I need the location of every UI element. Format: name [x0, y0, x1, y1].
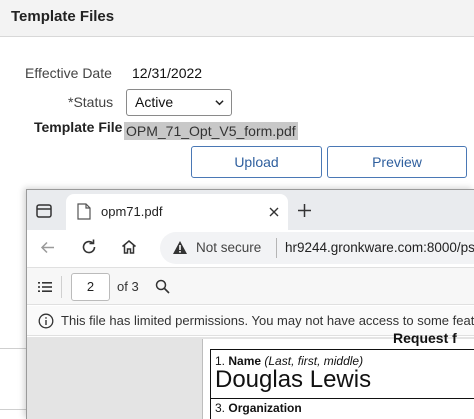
status-select-value: Active [135, 94, 174, 110]
back-arrow-icon[interactable] [39, 239, 56, 256]
pdf-form-header: Request f [393, 330, 457, 346]
upload-button[interactable]: Upload [191, 146, 322, 178]
template-file-link[interactable]: OPM_71_Opt_V5_form.pdf [124, 122, 298, 140]
pdf-organization-field-label: 3. Organization [215, 401, 302, 415]
page-number-input[interactable]: 2 [71, 273, 110, 301]
page-title: Template Files [11, 8, 115, 25]
not-secure-label[interactable]: Not secure [196, 240, 261, 255]
reload-icon[interactable] [80, 238, 98, 256]
home-icon[interactable] [120, 238, 138, 256]
status-select[interactable]: Active [126, 89, 232, 116]
pdf-toolbar: 2 of 3 [27, 267, 474, 305]
obscured-heading-fragment [14, 213, 23, 230]
template-file-label: Template File [34, 119, 123, 135]
url-text[interactable]: hr9244.gronkware.com:8000/psc/ [285, 240, 474, 255]
preview-button[interactable]: Preview [327, 146, 467, 178]
url-field[interactable]: Not secure hr9244.gronkware.com:8000/psc… [160, 232, 474, 264]
effective-date-label: Effective Date [25, 65, 112, 81]
close-icon[interactable] [268, 206, 280, 218]
divider [276, 238, 277, 258]
warning-icon[interactable] [172, 240, 188, 255]
page-header: Template Files [0, 0, 474, 37]
address-bar: Not secure hr9244.gronkware.com:8000/psc… [27, 230, 474, 266]
pdf-name-value: Douglas Lewis [215, 366, 372, 393]
info-icon [38, 313, 54, 329]
divider [211, 398, 474, 399]
tab-strip: opm71.pdf [27, 190, 474, 230]
caret-down-icon [215, 100, 224, 106]
status-label: *Status [68, 94, 114, 110]
page-total: of 3 [117, 279, 139, 294]
tab-title: opm71.pdf [101, 204, 163, 219]
table-of-contents-icon[interactable] [37, 280, 53, 294]
plus-icon[interactable] [297, 203, 312, 218]
effective-date-value: 12/31/2022 [132, 65, 203, 81]
pdf-preview-window: opm71.pdf Not secure hr9244.gronkware.co… [26, 189, 474, 419]
pdf-page: Request f 1. Name (Last, first, middle) … [202, 330, 474, 419]
divider [61, 276, 62, 298]
pdf-form-box: 1. Name (Last, first, middle) Douglas Le… [210, 349, 474, 419]
divider [0, 348, 26, 349]
pdf-file-icon [77, 203, 91, 220]
pdf-viewer[interactable]: Request f 1. Name (Last, first, middle) … [27, 330, 474, 419]
tab-opm71[interactable]: opm71.pdf [66, 194, 288, 230]
divider [0, 409, 26, 419]
tab-actions-icon[interactable] [34, 201, 54, 221]
notice-text: This file has limited permissions. You m… [61, 313, 474, 328]
search-icon[interactable] [155, 279, 170, 294]
